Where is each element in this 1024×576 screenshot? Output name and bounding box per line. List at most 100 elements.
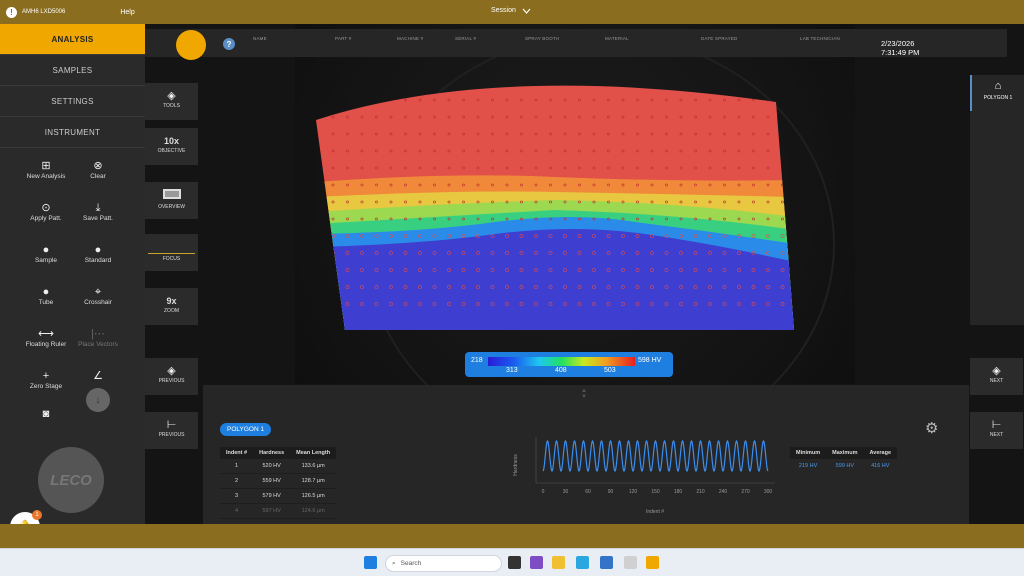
date: 2/23/2026 — [881, 39, 915, 48]
zero-stage-label: Zero Stage — [29, 383, 63, 390]
stats-table: Minimum Maximum Average 219 HV 599 HV 41… — [790, 447, 898, 473]
windows-start-icon[interactable] — [364, 556, 377, 569]
instrument-model: AMH6 LXD5006 — [22, 9, 66, 15]
table-row[interactable]: 3 579 HV 126.5 µm — [220, 488, 337, 504]
polygon-tab-label: POLYGON 1 — [983, 95, 1013, 101]
polygon-pill[interactable]: POLYGON 1 — [220, 423, 272, 436]
chart-x-tick-label: 60 — [585, 489, 591, 495]
copilot-icon[interactable] — [530, 556, 543, 569]
table-row[interactable]: 2 559 HV 128.7 µm — [220, 473, 337, 489]
app-icon[interactable] — [624, 556, 637, 569]
gear-icon[interactable]: ⚙ — [925, 419, 938, 437]
chart-x-tick-label: 210 — [696, 489, 705, 495]
objective-button[interactable]: 10x OBJECTIVE — [145, 128, 198, 165]
header-name: NAME — [253, 36, 267, 41]
tab-instrument[interactable]: INSTRUMENT — [0, 117, 145, 148]
standard-button[interactable]: ● Standard — [62, 244, 134, 264]
legend-tick-3: 503 — [604, 367, 616, 374]
standard-label: Standard — [84, 257, 112, 264]
place-vectors-button[interactable]: |⋯ Place Vectors — [62, 328, 134, 348]
chart-ylabel: Hardness — [513, 454, 519, 476]
file-explorer-icon[interactable] — [552, 556, 565, 569]
chevron-down-icon — [522, 8, 531, 14]
chart-x-ticks: 0 30 60 90 120 150 180 210 240 270 300 — [542, 489, 773, 495]
taskbar-search[interactable]: ⌕ Search — [385, 555, 502, 572]
legend-gradient — [488, 357, 635, 366]
overview-label: OVERVIEW — [158, 204, 185, 210]
clear-label: Clear — [90, 173, 106, 180]
indent-point — [346, 98, 349, 102]
datetime: 2/23/2026 7:31:49 PM — [881, 39, 919, 57]
tools-button[interactable]: ◈ TOOLS — [145, 83, 198, 120]
notification-badge: 1 — [32, 510, 42, 520]
header-serial: SERIAL # — [455, 36, 477, 41]
indent-point — [331, 285, 335, 289]
new-analysis-label: New Analysis — [26, 173, 66, 180]
crosshair-label: Crosshair — [84, 299, 112, 306]
focus-graph — [148, 237, 195, 254]
vectors-icon: |⋯ — [91, 328, 105, 340]
indent-point — [360, 98, 364, 102]
table-row[interactable]: 1 520 HV 133.6 µm — [220, 459, 337, 474]
title-bar: ! AMH6 LXD5006 Help Session — [0, 0, 1024, 24]
save-pattern-label: Save Patt. — [83, 215, 113, 222]
previous-polygon-label: PREVIOUS — [158, 432, 185, 438]
focus-button[interactable]: FOCUS — [145, 234, 198, 271]
next-point-button[interactable]: ◈ NEXT — [970, 358, 1023, 395]
scroll-down-button[interactable]: ↓ — [86, 388, 110, 412]
task-view-icon[interactable] — [508, 556, 521, 569]
crosshair-button[interactable]: ⌖ Crosshair — [62, 286, 134, 306]
next-polygon-label: NEXT — [989, 432, 1004, 438]
legend-min: 218 — [471, 357, 483, 364]
tab-samples[interactable]: SAMPLES — [0, 55, 145, 86]
status-bar — [0, 524, 1024, 548]
indent-point — [781, 166, 784, 170]
leco-logo: LECO — [38, 447, 104, 513]
taskbar-search-label: Search — [400, 560, 422, 567]
previous-point-button[interactable]: ◈ PREVIOUS — [145, 358, 198, 395]
polygon-tab[interactable]: ⌂ POLYGON 1 — [970, 75, 1024, 111]
next-polygon-button[interactable]: ⊢ NEXT — [970, 412, 1023, 449]
tab-analysis[interactable]: ANALYSIS — [0, 24, 145, 55]
edge-icon[interactable] — [576, 556, 589, 569]
indent-point — [331, 251, 335, 255]
overview-thumbnail — [162, 189, 181, 199]
panel-resize-handle[interactable]: ▲ ▼ — [581, 388, 587, 400]
diamond-icon: ◈ — [167, 90, 176, 102]
session-menu[interactable]: Session — [491, 7, 531, 14]
clear-button[interactable]: ⊗ Clear — [62, 160, 134, 180]
table-row[interactable]: 4 597 HV 124.6 µm — [220, 503, 337, 519]
info-icon[interactable]: ! — [6, 6, 17, 18]
zoom-label: ZOOM — [164, 308, 179, 314]
indent-point — [331, 302, 335, 306]
left-navigation: ANALYSIS SAMPLES SETTINGS INSTRUMENT ⊞ N… — [0, 24, 145, 542]
stat-minimum: 219 HV — [798, 463, 818, 469]
help-icon[interactable]: ? — [223, 38, 235, 50]
indent-point — [781, 149, 784, 153]
polygon-panel: ⌂ POLYGON 1 — [970, 75, 1024, 325]
camera-icon: ◙ — [42, 408, 50, 420]
hardness-map[interactable] — [315, 72, 795, 330]
zoom-button[interactable]: 9x ZOOM — [145, 288, 198, 325]
col-maximum: Maximum — [826, 447, 864, 459]
sample-label: Sample — [34, 257, 58, 264]
store-icon[interactable] — [600, 556, 613, 569]
save-pattern-button[interactable]: ⤓ Save Patt. — [62, 202, 134, 222]
previous-polygon-button[interactable]: ⊢ PREVIOUS — [145, 412, 198, 449]
indent-point — [331, 98, 335, 102]
tab-settings[interactable]: SETTINGS — [0, 86, 145, 117]
leco-app-icon[interactable] — [646, 556, 659, 569]
stat-average: 416 HV — [871, 463, 890, 469]
tools-label: TOOLS — [163, 103, 180, 109]
stats-row: 219 HV 599 HV 416 HV — [790, 459, 897, 473]
measure-tool-button[interactable]: ∠ — [62, 370, 134, 383]
header-material: MATERIAL — [605, 36, 629, 41]
camera-button[interactable]: ◙ — [10, 408, 82, 421]
help-menu[interactable]: Help — [120, 9, 134, 16]
status-indicator[interactable] — [176, 30, 206, 60]
overview-button[interactable]: OVERVIEW — [145, 182, 198, 219]
session-label: Session — [491, 7, 516, 14]
floating-ruler-label: Floating Ruler — [25, 341, 67, 348]
chart-x-tick-label: 240 — [719, 489, 728, 495]
arrow-down-icon: ↓ — [95, 394, 101, 406]
